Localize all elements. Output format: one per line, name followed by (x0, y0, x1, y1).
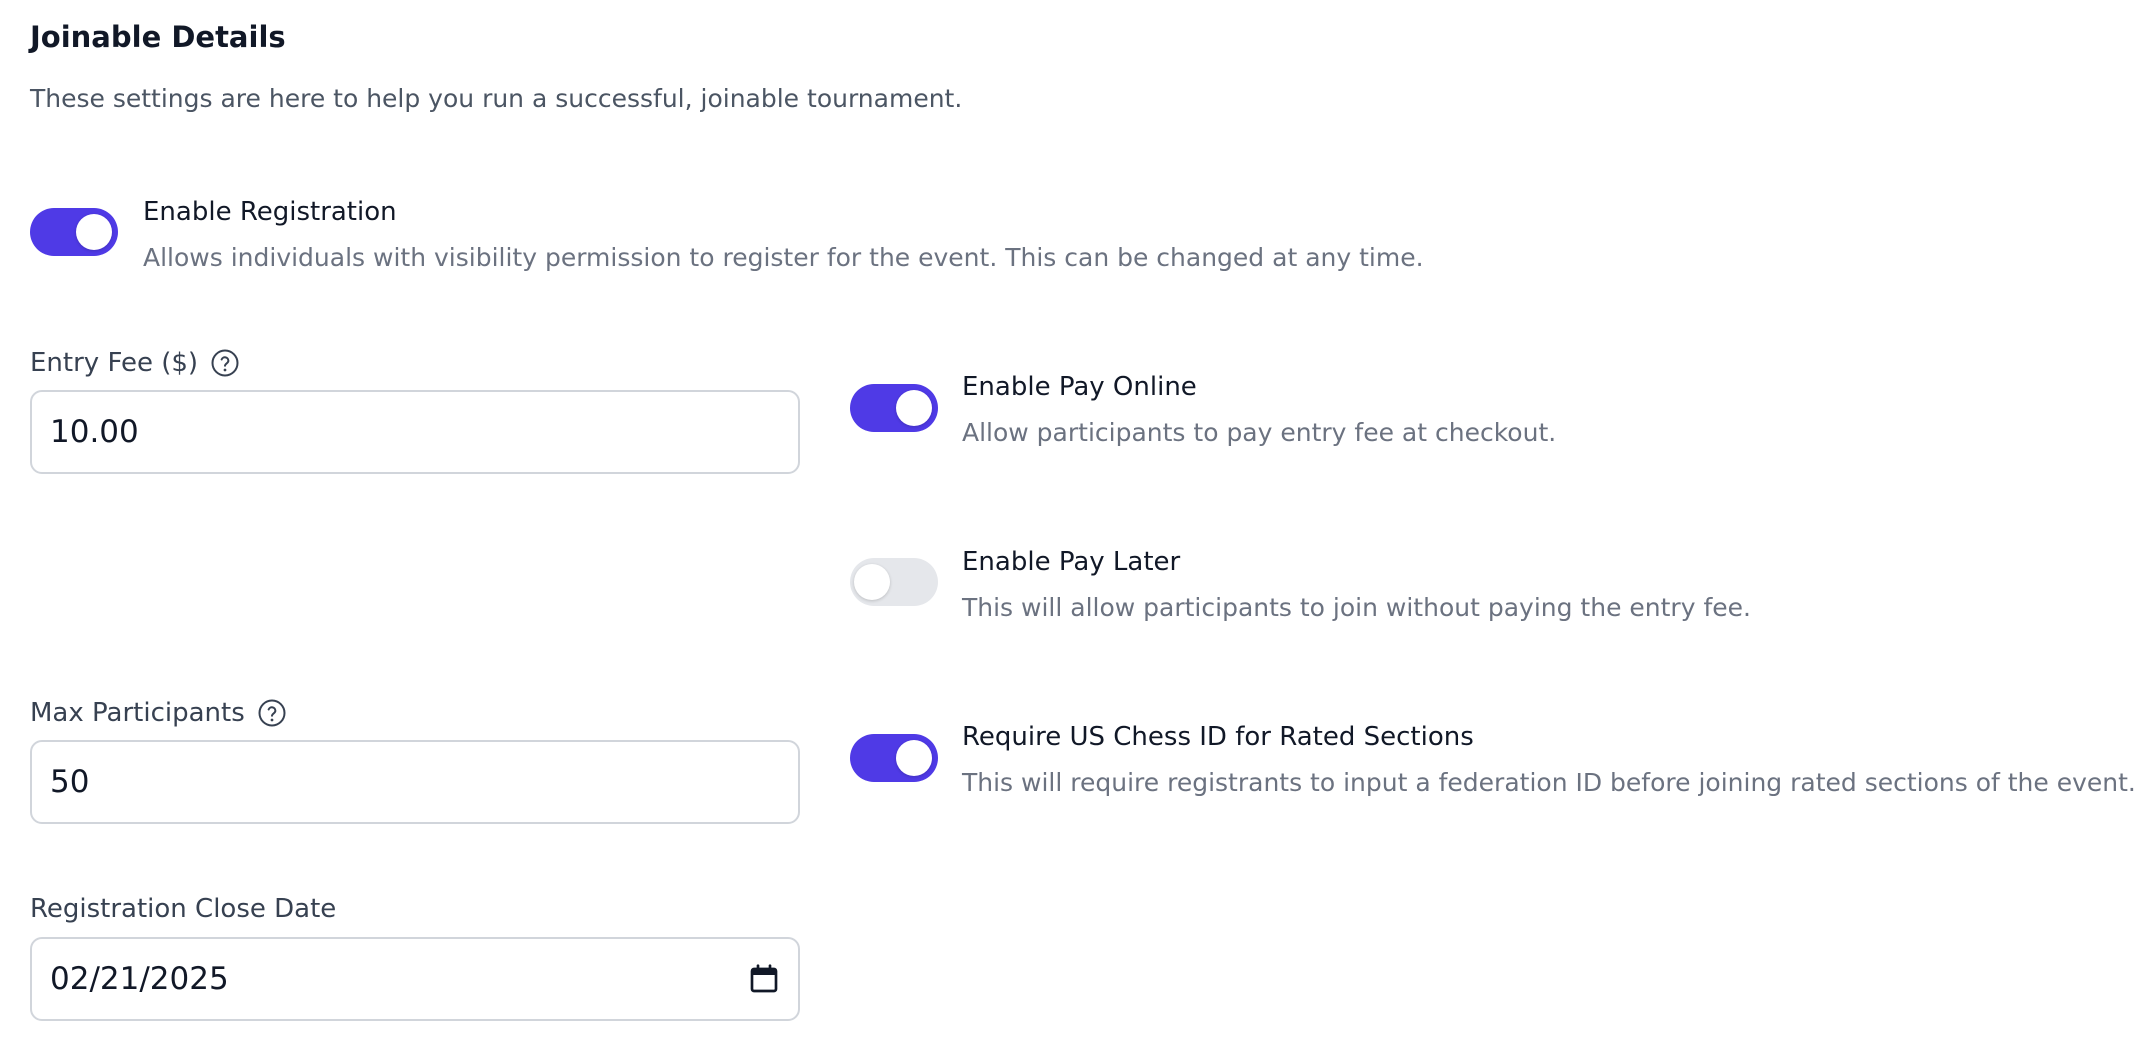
calendar-icon[interactable] (748, 963, 780, 995)
entry-fee-label-text: Entry Fee ($) (30, 348, 199, 378)
toggle-knob (896, 390, 932, 426)
toggle-knob (76, 214, 112, 250)
max-participants-value: 50 (50, 764, 90, 800)
entry-fee-input[interactable]: 10.00 (30, 390, 800, 474)
enable-pay-online-label: Enable Pay Online (962, 372, 1197, 402)
close-date-label-text: Registration Close Date (30, 894, 337, 924)
enable-pay-later-toggle[interactable] (850, 558, 938, 606)
close-date-input[interactable]: 02/21/2025 (30, 937, 800, 1021)
require-us-chess-id-label: Require US Chess ID for Rated Sections (962, 722, 1474, 752)
close-date-value: 02/21/2025 (50, 961, 229, 997)
max-participants-label-text: Max Participants (30, 698, 245, 728)
toggle-knob (854, 564, 890, 600)
entry-fee-label: Entry Fee ($) (30, 346, 240, 380)
enable-registration-description: Allows individuals with visibility permi… (143, 243, 1424, 272)
close-date-label: Registration Close Date (30, 892, 336, 926)
require-us-chess-id-toggle[interactable] (850, 734, 938, 782)
enable-registration-label: Enable Registration (143, 197, 397, 227)
help-icon[interactable] (257, 698, 287, 728)
help-icon[interactable] (210, 348, 240, 378)
toggle-knob (896, 740, 932, 776)
enable-pay-online-toggle[interactable] (850, 384, 938, 432)
enable-registration-toggle[interactable] (30, 208, 118, 256)
section-title: Joinable Details (30, 20, 286, 54)
enable-pay-later-description: This will allow participants to join wit… (962, 593, 1751, 622)
section-subtitle: These settings are here to help you run … (30, 84, 963, 113)
entry-fee-value: 10.00 (50, 414, 139, 450)
require-us-chess-id-description: This will require registrants to input a… (962, 768, 2136, 797)
max-participants-input[interactable]: 50 (30, 740, 800, 824)
max-participants-label: Max Participants (30, 696, 287, 730)
enable-pay-online-description: Allow participants to pay entry fee at c… (962, 418, 1557, 447)
enable-pay-later-label: Enable Pay Later (962, 547, 1181, 577)
